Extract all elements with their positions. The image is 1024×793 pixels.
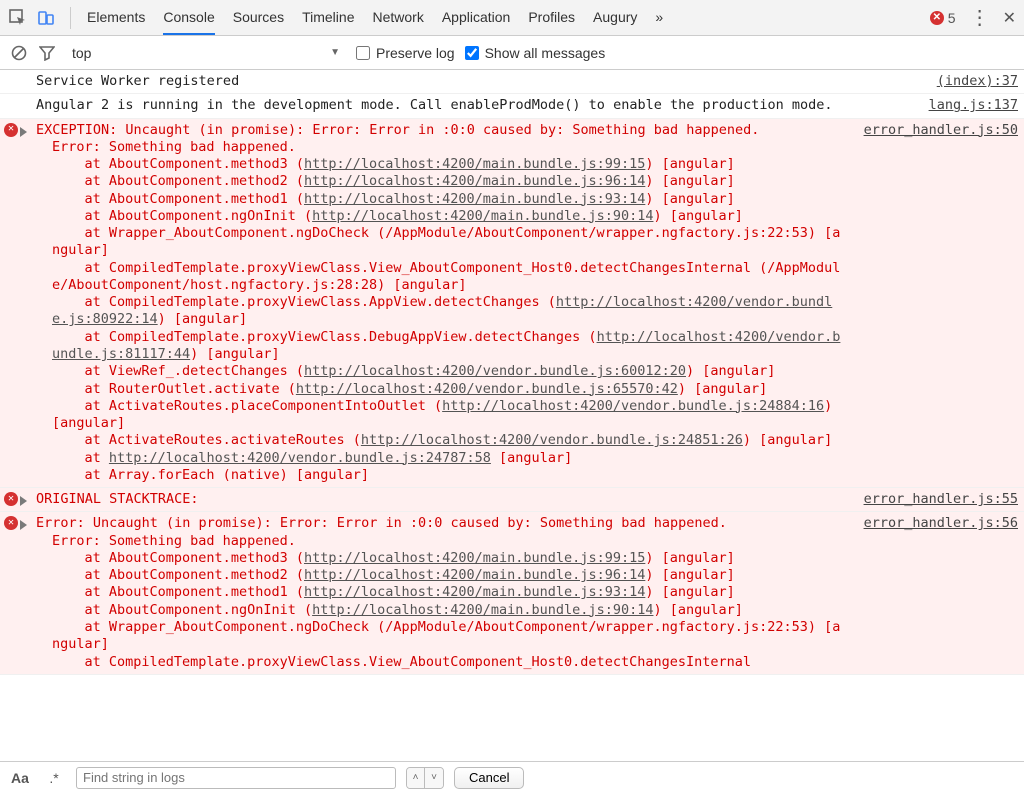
log-gutter: ✕ [4, 515, 36, 530]
show-all-input[interactable] [465, 46, 479, 60]
inspect-icon[interactable] [8, 8, 28, 28]
stack-link[interactable]: http://localhost:4200/vendor.bundle.js:2… [361, 432, 743, 448]
tab-console[interactable]: Console [163, 1, 214, 35]
stack-link[interactable]: http://localhost:4200/main.bundle.js:96:… [304, 173, 645, 189]
stack-link[interactable]: http://localhost:4200/vendor.bundle.js:6… [304, 363, 686, 379]
tab-augury[interactable]: Augury [593, 1, 637, 35]
stack-link[interactable]: http://localhost:4200/vendor.bundle.js:2… [442, 398, 824, 414]
log-source-link[interactable]: error_handler.js:56 [844, 515, 1018, 532]
find-input[interactable] [76, 767, 396, 789]
preserve-log-checkbox[interactable]: Preserve log [356, 45, 455, 61]
divider [70, 7, 71, 29]
tab-profiles[interactable]: Profiles [528, 1, 575, 35]
log-gutter: ✕ [4, 491, 36, 506]
log-gutter [4, 73, 36, 74]
error-counter[interactable]: ✕ 5 [930, 10, 956, 26]
stack-link[interactable]: http://localhost:4200/main.bundle.js:93:… [304, 191, 645, 207]
stack-link[interactable]: http://localhost:4200/main.bundle.js:99:… [304, 156, 645, 172]
device-toolbar-icon[interactable] [36, 8, 56, 28]
log-row: ✕ ORIGINAL STACKTRACE:error_handler.js:55 [0, 488, 1024, 512]
regex-toggle[interactable]: .* [42, 770, 66, 786]
stack-link[interactable]: http://localhost:4200/vendor.bundle.js:8… [52, 294, 832, 327]
stack-link[interactable]: http://localhost:4200/main.bundle.js:93:… [304, 584, 645, 600]
log-row: ✕ EXCEPTION: Uncaught (in promise): Error… [0, 119, 1024, 489]
stack-link[interactable]: http://localhost:4200/vendor.bundle.js:8… [52, 329, 840, 362]
log-source-link[interactable]: error_handler.js:50 [844, 122, 1018, 139]
log-message: EXCEPTION: Uncaught (in promise): Error:… [36, 122, 844, 485]
stack-link[interactable]: http://localhost:4200/vendor.bundle.js:6… [296, 381, 678, 397]
panel-tabs: Elements Console Sources Timeline Networ… [87, 1, 930, 35]
tab-elements[interactable]: Elements [87, 1, 145, 35]
stack-link[interactable]: http://localhost:4200/main.bundle.js:90:… [312, 602, 653, 618]
log-gutter [4, 97, 36, 98]
log-gutter: ✕ [4, 122, 36, 137]
error-icon: ✕ [4, 492, 18, 506]
tab-network[interactable]: Network [372, 1, 423, 35]
close-icon[interactable]: ✕ [1003, 8, 1016, 28]
log-message: Error: Uncaught (in promise): Error: Err… [36, 515, 844, 670]
expand-icon[interactable] [20, 127, 27, 137]
preserve-log-input[interactable] [356, 46, 370, 60]
context-selector[interactable]: top ▼ [66, 42, 346, 64]
chevron-down-icon: ▼ [330, 47, 340, 58]
find-bar: Aa .* ˄ ˅ Cancel [0, 761, 1024, 793]
tabs-overflow[interactable]: » [655, 1, 663, 35]
log-message: Angular 2 is running in the development … [36, 97, 878, 114]
expand-icon[interactable] [20, 496, 27, 506]
log-source-link[interactable]: (index):37 [878, 73, 1018, 90]
log-row: Service Worker registered(index):37 [0, 70, 1024, 94]
tab-application[interactable]: Application [442, 1, 511, 35]
error-count-value: 5 [948, 10, 956, 26]
tab-timeline[interactable]: Timeline [302, 1, 354, 35]
stack-link[interactable]: http://localhost:4200/main.bundle.js:90:… [312, 208, 653, 224]
log-row: Angular 2 is running in the development … [0, 94, 1024, 118]
devtools-topbar: Elements Console Sources Timeline Networ… [0, 0, 1024, 36]
find-prev-icon[interactable]: ˄ [407, 768, 425, 788]
cancel-button[interactable]: Cancel [454, 767, 524, 789]
stack-link[interactable]: http://localhost:4200/main.bundle.js:99:… [304, 550, 645, 566]
tab-sources[interactable]: Sources [233, 1, 284, 35]
log-source-link[interactable]: lang.js:137 [878, 97, 1018, 114]
clear-console-icon[interactable] [10, 44, 28, 62]
stack-link[interactable]: http://localhost:4200/vendor.bundle.js:2… [109, 450, 491, 466]
filter-icon[interactable] [38, 44, 56, 62]
stack-link[interactable]: http://localhost:4200/main.bundle.js:96:… [304, 567, 645, 583]
show-all-label: Show all messages [485, 45, 606, 61]
context-value: top [72, 45, 91, 61]
error-icon: ✕ [930, 11, 944, 25]
log-message: Service Worker registered [36, 73, 878, 90]
console-log-list[interactable]: Service Worker registered(index):37Angul… [0, 70, 1024, 761]
log-row: ✕ Error: Uncaught (in promise): Error: Er… [0, 512, 1024, 674]
match-case-toggle[interactable]: Aa [8, 770, 32, 786]
log-message: ORIGINAL STACKTRACE: [36, 491, 844, 508]
error-icon: ✕ [4, 516, 18, 530]
console-toolbar: top ▼ Preserve log Show all messages [0, 36, 1024, 70]
show-all-checkbox[interactable]: Show all messages [465, 45, 606, 61]
find-next-icon[interactable]: ˅ [425, 768, 443, 788]
error-icon: ✕ [4, 123, 18, 137]
find-stepper: ˄ ˅ [406, 767, 444, 789]
expand-icon[interactable] [20, 520, 27, 530]
preserve-log-label: Preserve log [376, 45, 455, 61]
log-source-link[interactable]: error_handler.js:55 [844, 491, 1018, 508]
